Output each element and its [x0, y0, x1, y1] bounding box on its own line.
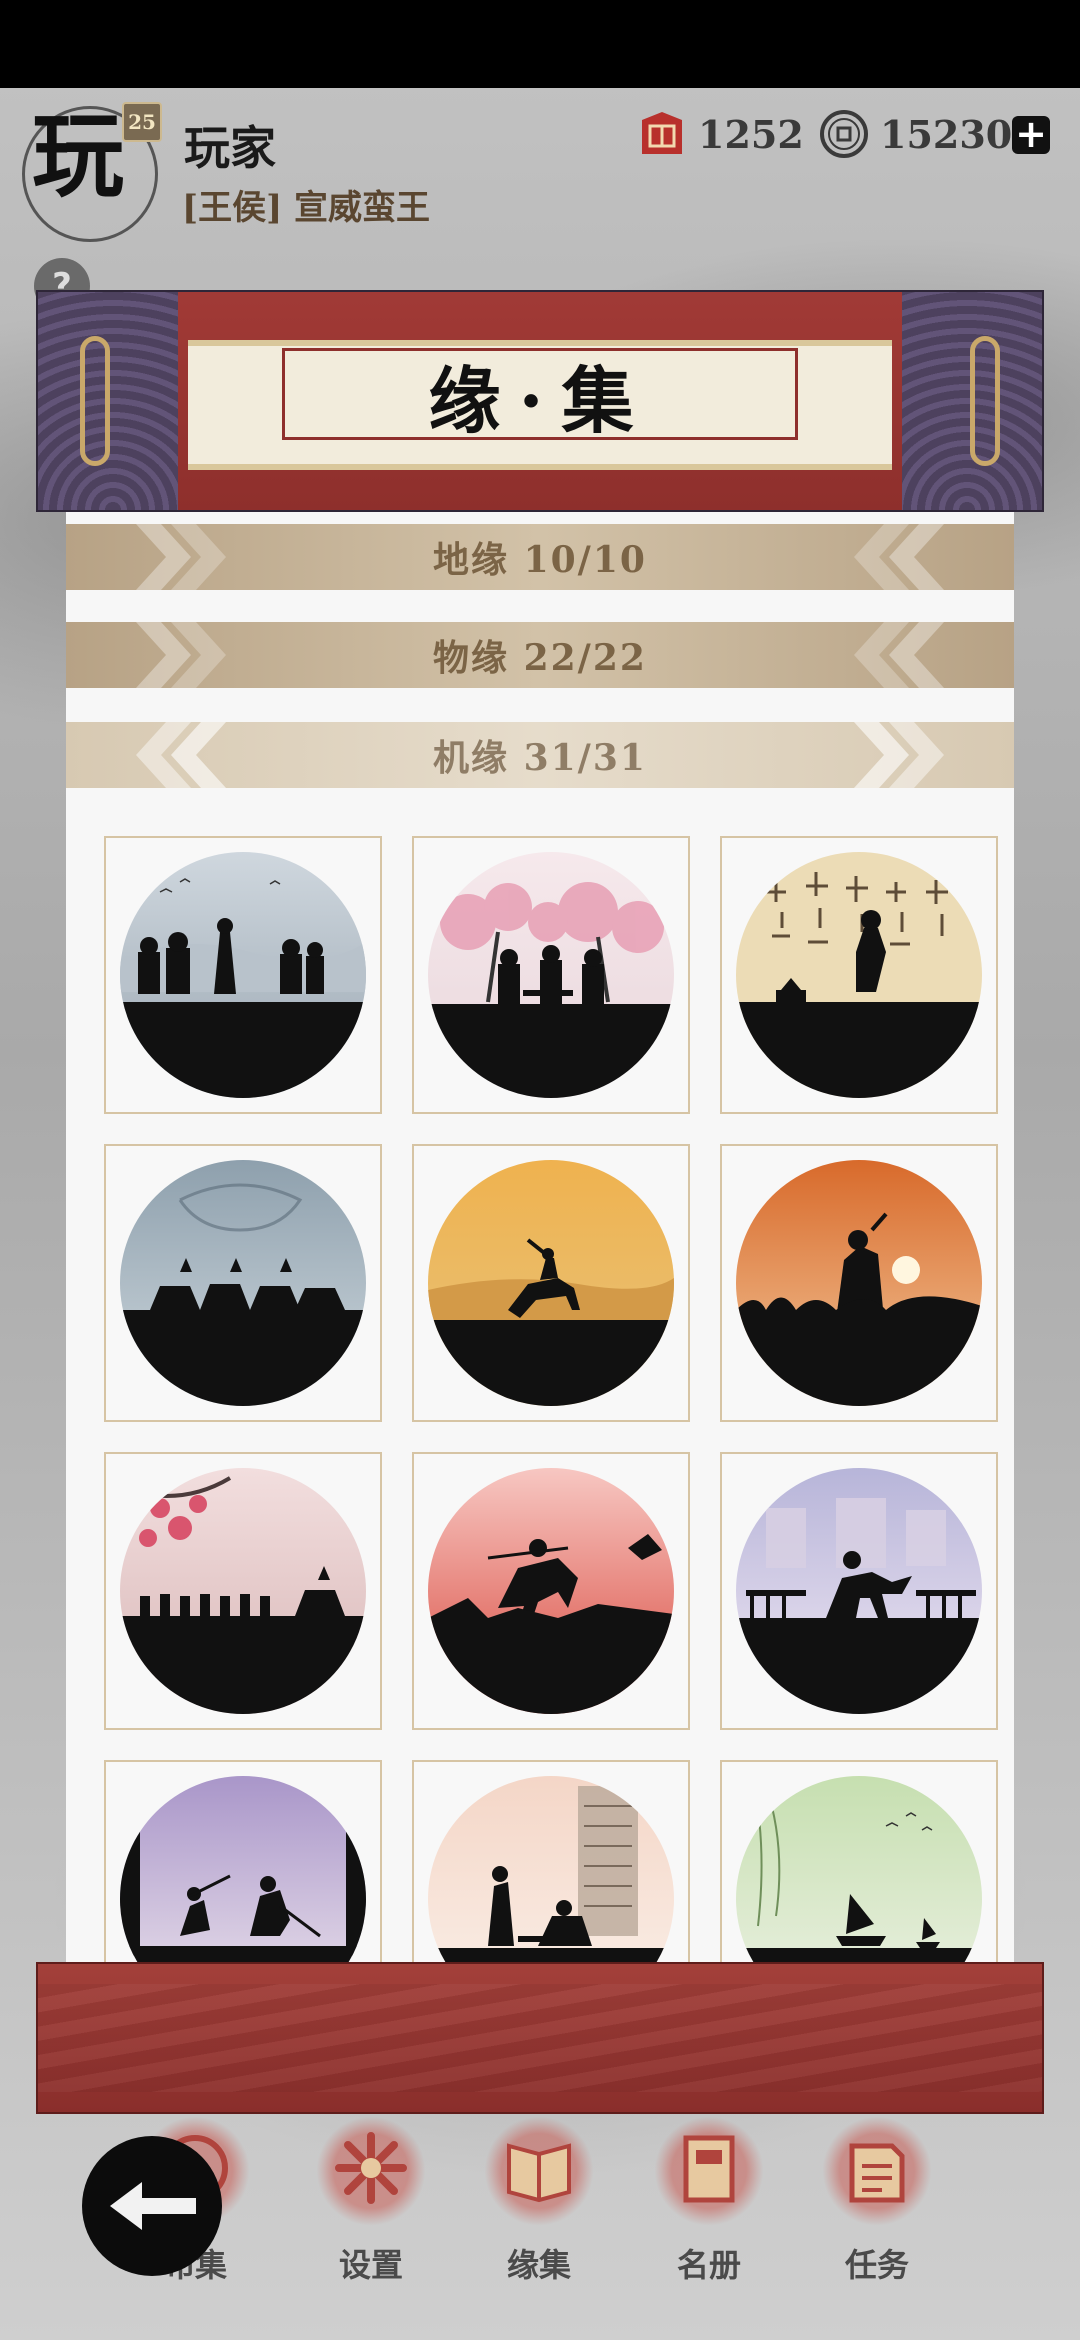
card-image [428, 1468, 674, 1714]
card-tiger-cavalry[interactable] [104, 1144, 382, 1422]
category-tab-chance[interactable]: 机缘 31/31 [66, 722, 1014, 788]
card-image [428, 1776, 674, 1962]
coin-icon [818, 108, 870, 160]
add-currency-button[interactable]: + [1012, 115, 1050, 154]
scroll-cap-right [892, 292, 1042, 510]
card-green-river-boat[interactable] [720, 1760, 998, 1962]
player-title: [王侯] 宣威蛮王 [182, 188, 431, 228]
nav-tasks[interactable]: 任务 [812, 2116, 942, 2284]
currency-coin: 15230 [818, 108, 1012, 160]
scroll-cap-left [38, 292, 188, 510]
scroll-ring-left [80, 336, 110, 466]
status-bar [0, 0, 1080, 88]
category-tab-land[interactable]: 地缘 10/10 [66, 524, 1014, 590]
card-image [428, 1160, 674, 1406]
nav-label: 设置 [338, 2246, 403, 2284]
card-image [120, 852, 366, 1098]
card-image [736, 1776, 982, 1962]
nav-label: 缘集 [506, 2246, 571, 2284]
card-calligraphy-strategist[interactable] [720, 836, 998, 1114]
chevron-left-icon [854, 524, 944, 590]
back-arrow-icon [110, 2182, 196, 2230]
level-badge: 25 [122, 102, 162, 142]
card-image [120, 1160, 366, 1406]
scroll-body: 地缘 10/10 物缘 22/22 机缘 31/31 [66, 512, 1014, 1962]
scroll-header: 缘·集 [36, 290, 1044, 512]
card-palace-fighter[interactable] [720, 1452, 998, 1730]
chevron-right-icon [136, 524, 226, 590]
chevron-left-icon [854, 622, 944, 688]
card-image [428, 852, 674, 1098]
card-plum-blossom-army[interactable] [104, 1452, 382, 1730]
coin-count: 15230 [880, 111, 1013, 157]
currency-seal: 1252 [636, 108, 804, 160]
nav-label: 名册 [676, 2246, 741, 2284]
seal-count: 1252 [698, 111, 804, 157]
scroll-title-box: 缘·集 [282, 348, 798, 443]
player-name: 玩家 [184, 121, 276, 175]
category-label: 物缘 22/22 [433, 637, 647, 679]
settings-icon [316, 2116, 426, 2226]
card-image [736, 1160, 982, 1406]
card-red-sky-horseman[interactable] [412, 1452, 690, 1730]
card-image [736, 852, 982, 1098]
category-label: 地缘 10/10 [433, 539, 647, 581]
roster-icon [654, 2116, 764, 2226]
card-desert-rider[interactable] [412, 1144, 690, 1422]
card-scroll-scene[interactable] [412, 1760, 690, 1962]
book-icon [484, 2116, 594, 2226]
card-image [120, 1776, 366, 1962]
scroll-ring-right [970, 336, 1000, 466]
back-button[interactable] [82, 2136, 222, 2276]
card-mist-warriors[interactable] [104, 836, 382, 1114]
red-seal-icon [636, 108, 688, 160]
chevron-left-icon [136, 722, 226, 788]
card-peach-blossom-oath[interactable] [412, 836, 690, 1114]
chevron-right-icon [854, 722, 944, 788]
nav-label: 任务 [844, 2246, 909, 2284]
avatar-character: 玩 [32, 102, 125, 210]
category-label: 机缘 31/31 [433, 737, 647, 779]
nav-settings[interactable]: 设置 [306, 2116, 436, 2284]
scroll-footer [36, 1962, 1044, 2114]
category-tab-item[interactable]: 物缘 22/22 [66, 622, 1014, 688]
nav-fate-collection[interactable]: 缘集 [474, 2116, 604, 2284]
card-sunset-warrior[interactable] [720, 1144, 998, 1422]
player-avatar[interactable]: 玩 25 [14, 100, 164, 242]
task-icon [822, 2116, 932, 2226]
card-image [120, 1468, 366, 1714]
nav-roster[interactable]: 名册 [644, 2116, 774, 2284]
chevron-right-icon [136, 622, 226, 688]
card-purple-duel[interactable] [104, 1760, 382, 1962]
scroll-title: 缘·集 [428, 357, 652, 443]
card-image [736, 1468, 982, 1714]
